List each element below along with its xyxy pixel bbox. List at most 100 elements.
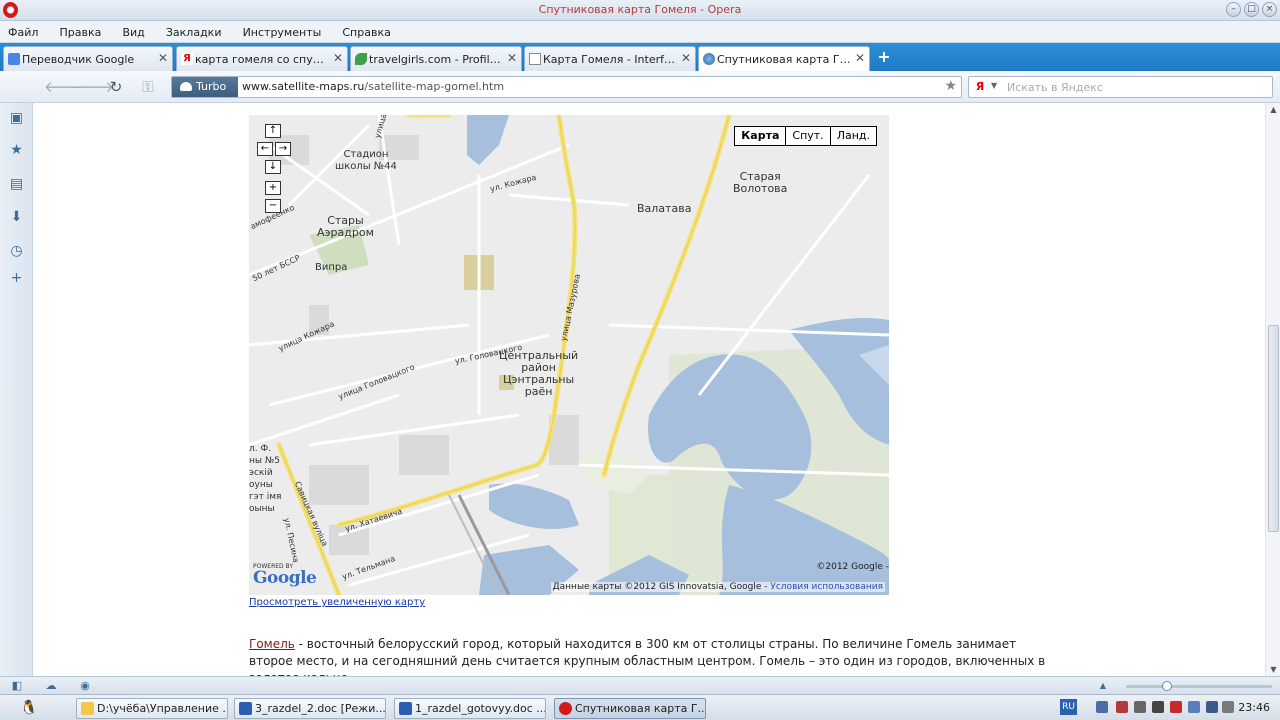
pan-down-button[interactable]: ↓ — [265, 160, 281, 174]
tray-red-icon[interactable] — [1170, 701, 1182, 713]
label-valatava: Валатава — [637, 202, 692, 215]
tab-interfax-map[interactable]: Карта Гомеля - Interfax... ✕ — [524, 46, 696, 71]
back-button[interactable]: 🡐 — [44, 78, 84, 96]
unite-cloud-icon[interactable]: ☁ — [44, 679, 58, 692]
opera-icon — [559, 702, 572, 715]
map-type-selector: Карта Спут. Ланд. — [734, 126, 877, 146]
leaf-icon — [355, 53, 367, 65]
task-word-1[interactable]: 3_razdel_2.doc [Режи... — [234, 698, 386, 719]
word-icon — [399, 702, 412, 715]
minimize-button[interactable]: – — [1226, 2, 1241, 17]
scroll-up-icon[interactable]: ▲ — [1266, 105, 1280, 114]
label-central-district: Центральный район Цэнтральны раён — [499, 349, 579, 398]
map-type-landscape-button[interactable]: Ланд. — [829, 127, 876, 145]
turbo-button[interactable]: Turbo — [172, 77, 238, 97]
close-tab-icon[interactable]: ✕ — [333, 51, 343, 65]
map-type-map-button[interactable]: Карта — [735, 127, 785, 145]
menu-help[interactable]: Справка — [334, 22, 398, 44]
gomel-link[interactable]: Гомель — [249, 637, 295, 651]
menu-file[interactable]: Файл — [0, 22, 46, 44]
add-panel-icon[interactable]: + — [9, 271, 24, 286]
tab-google-translate[interactable]: Переводчик Google ✕ — [3, 46, 173, 71]
yandex-icon[interactable]: Я — [973, 80, 987, 94]
tray-app-icon[interactable] — [1206, 701, 1218, 713]
view-options-icon[interactable]: ▲ — [1096, 679, 1110, 692]
antivirus-icon[interactable] — [1116, 701, 1128, 713]
zoom-in-button[interactable]: + — [265, 181, 281, 195]
bookmarks-star-icon[interactable]: ★ — [9, 143, 24, 158]
address-bar[interactable]: Turbo www.satellite-maps.ru/satellite-ma… — [171, 76, 962, 98]
zoom-slider[interactable] — [1126, 681, 1272, 691]
scroll-thumb[interactable] — [1268, 325, 1279, 532]
pan-right-button[interactable]: → — [275, 142, 291, 156]
task-word-2[interactable]: 1_razdel_gotovyy.doc ... — [394, 698, 546, 719]
google-translate-icon — [8, 53, 20, 65]
close-tab-icon[interactable]: ✕ — [681, 51, 691, 65]
language-indicator[interactable]: RU — [1060, 699, 1077, 715]
bookmark-star-icon[interactable]: ★ — [944, 78, 957, 94]
speed-dial-icon[interactable]: ▣ — [9, 111, 24, 126]
navigation-bar: 🡐 🡒 ↻ ⚿ Turbo www.satellite-maps.ru/sate… — [0, 71, 1280, 103]
scroll-down-icon[interactable]: ▼ — [1266, 665, 1280, 674]
menu-bar: Файл Правка Вид Закладки Инструменты Спр… — [0, 21, 1280, 43]
tab-satellite-map[interactable]: Спутниковая карта Го... ✕ — [698, 46, 870, 71]
view-larger-map-link[interactable]: Просмотреть увеличенную карту — [249, 597, 425, 608]
notes-icon[interactable]: ▤ — [9, 177, 24, 192]
tab-label: Переводчик Google — [22, 53, 135, 66]
new-tab-button[interactable]: + — [876, 48, 892, 66]
tray-doc-icon[interactable] — [1222, 701, 1234, 713]
key-icon[interactable]: ⚿ — [138, 78, 158, 96]
menu-tools[interactable]: Инструменты — [235, 22, 330, 44]
window-title: Спутниковая карта Гомеля - Opera — [538, 3, 742, 16]
status-bar: ◧ ☁ ◉ ▲ — [0, 676, 1280, 694]
tray-icon[interactable] — [1152, 701, 1164, 713]
tab-label: Карта Гомеля - Interfax... — [543, 53, 677, 66]
tray-blue-icon[interactable] — [1188, 701, 1200, 713]
url-text[interactable]: www.satellite-maps.ru/satellite-map-gome… — [242, 80, 504, 93]
maximize-button[interactable]: □ — [1244, 2, 1259, 17]
search-box[interactable]: Я ▼ Искать в Яндекс — [968, 76, 1273, 98]
title-bar: Спутниковая карта Гомеля - Opera – □ × — [0, 0, 1280, 21]
tab-label: карта гомеля со спутни... — [195, 53, 329, 66]
menu-bookmarks[interactable]: Закладки — [158, 22, 230, 44]
task-opera[interactable]: Спутниковая карта Г... — [554, 698, 706, 719]
terms-of-use-link[interactable]: Условия использования — [770, 582, 883, 592]
close-tab-icon[interactable]: ✕ — [158, 51, 168, 65]
history-clock-icon[interactable]: ◷ — [9, 244, 24, 259]
label-aerodrome: Стары Аэрадром — [317, 214, 374, 239]
panel-toggle-icon[interactable]: ◧ — [10, 679, 24, 692]
map-type-satellite-button[interactable]: Спут. — [785, 127, 829, 145]
forward-button[interactable]: 🡒 — [74, 78, 114, 96]
reload-button[interactable]: ↻ — [106, 78, 126, 96]
google-logo[interactable]: Google — [253, 568, 317, 588]
close-window-button[interactable]: × — [1262, 2, 1277, 17]
page-content: ↑ ← → ↓ + − Карта Спут. Ланд. Стадион шк… — [33, 103, 1265, 676]
opera-link-icon[interactable]: ◉ — [78, 679, 92, 692]
map-copyright: ©2012 Google - — [816, 562, 889, 572]
label-staraya-volotova: Старая Волотова — [733, 170, 788, 195]
label-vipra: Випра — [315, 262, 348, 273]
network-icon[interactable] — [1096, 701, 1108, 713]
menu-view[interactable]: Вид — [114, 22, 152, 44]
tab-bar: Переводчик Google ✕ Я карта гомеля со сп… — [0, 43, 1280, 71]
vertical-scrollbar[interactable]: ▲ ▼ — [1265, 103, 1280, 676]
start-penguin-icon[interactable]: 🐧 — [20, 699, 38, 717]
yandex-icon: Я — [181, 53, 193, 65]
label-stadium: Стадион школы №44 — [335, 149, 397, 172]
close-tab-icon[interactable]: ✕ — [855, 51, 865, 65]
sidebar-panel: ▣ ★ ▤ ⬇ ◷ + — [0, 103, 33, 676]
chevron-down-icon[interactable]: ▼ — [991, 81, 997, 90]
tab-travelgirls[interactable]: travelgirls.com - Profile v... ✕ — [350, 46, 522, 71]
downloads-icon[interactable]: ⬇ — [9, 210, 24, 225]
volume-icon[interactable] — [1134, 701, 1146, 713]
menu-edit[interactable]: Правка — [51, 22, 109, 44]
pan-up-button[interactable]: ↑ — [265, 124, 281, 138]
task-explorer[interactable]: D:\учёба\Управление ... — [76, 698, 228, 719]
pan-left-button[interactable]: ← — [257, 142, 273, 156]
close-tab-icon[interactable]: ✕ — [507, 51, 517, 65]
tab-yandex-search[interactable]: Я карта гомеля со спутни... ✕ — [176, 46, 348, 71]
zoom-slider-knob[interactable] — [1162, 681, 1172, 691]
google-map[interactable]: ↑ ← → ↓ + − Карта Спут. Ланд. Стадион шк… — [249, 115, 889, 595]
url-domain: www.satellite-maps.ru — [242, 80, 365, 93]
article-paragraph: Гомель - восточный белорусский город, ко… — [249, 636, 1059, 676]
